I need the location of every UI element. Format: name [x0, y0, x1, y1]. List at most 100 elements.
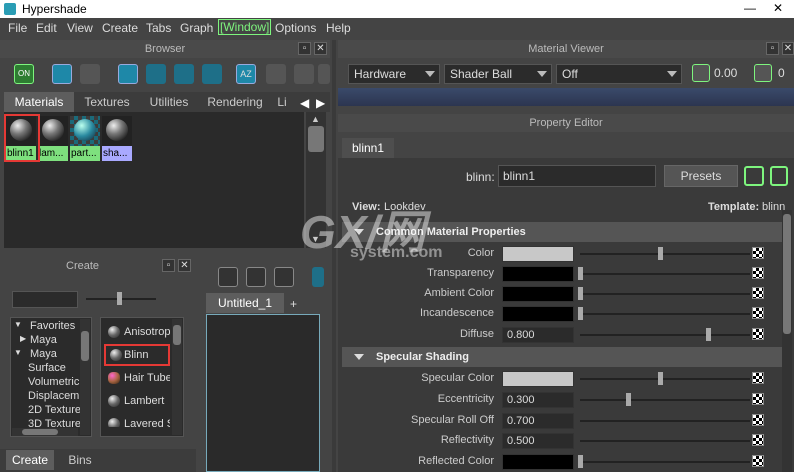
sort-order-icon[interactable]	[266, 64, 286, 84]
color-swatch[interactable]	[502, 454, 574, 470]
swatch-shader[interactable]: sha...	[102, 116, 132, 161]
tab-next-icon[interactable]: ▶	[316, 96, 325, 110]
menu-graph[interactable]: Graph	[180, 21, 213, 35]
color-swatch[interactable]	[502, 246, 574, 262]
graph-canvas[interactable]	[206, 314, 320, 472]
attr-slider[interactable]	[580, 378, 750, 380]
map-texture-icon[interactable]	[752, 414, 764, 426]
gamma-value-partial[interactable]: 0	[778, 66, 785, 80]
add-tab-button[interactable]: +	[290, 297, 297, 311]
map-texture-icon[interactable]	[752, 267, 764, 279]
menu-tabs[interactable]: Tabs	[146, 21, 171, 35]
diffuse-field[interactable]: 0.800	[502, 327, 574, 343]
tab-rendering[interactable]: Rendering	[200, 92, 270, 112]
tab-bins[interactable]: Bins	[58, 450, 102, 470]
graph-io-icon[interactable]	[246, 267, 266, 287]
tab-materials[interactable]: Materials	[4, 92, 74, 112]
attr-slider[interactable]	[580, 399, 750, 401]
eccentricity-field[interactable]: 0.300	[502, 392, 574, 408]
slider-knob[interactable]	[578, 267, 583, 280]
color-swatch[interactable]	[502, 371, 574, 387]
xl-icons-icon[interactable]	[202, 64, 222, 84]
property-scrollbar[interactable]	[782, 210, 792, 472]
tab-textures[interactable]: Textures	[76, 92, 138, 112]
mode-dropdown[interactable]: Off	[556, 64, 682, 84]
color-swatch[interactable]	[502, 306, 574, 322]
tab-untitled[interactable]: Untitled_1	[206, 293, 284, 313]
small-icons-icon[interactable]	[118, 64, 138, 84]
menu-window[interactable]: [Window]	[218, 19, 272, 35]
map-texture-icon[interactable]	[752, 287, 764, 299]
swatch-lambert[interactable]: lam...	[38, 116, 68, 161]
close-panel-icon[interactable]: ✕	[314, 42, 327, 55]
refresh-icon[interactable]	[318, 64, 330, 84]
attr-slider[interactable]	[580, 461, 750, 463]
attr-slider[interactable]	[580, 273, 750, 275]
menu-edit[interactable]: Edit	[36, 21, 57, 35]
menu-help[interactable]: Help	[326, 21, 351, 35]
list-view-icon[interactable]	[80, 64, 100, 84]
medium-icons-icon[interactable]	[146, 64, 166, 84]
color-swatch[interactable]	[502, 286, 574, 302]
roll-off-field[interactable]: 0.700	[502, 413, 574, 429]
slider-knob[interactable]	[658, 372, 663, 385]
presets-button[interactable]: Presets	[664, 165, 738, 187]
swatch-particle[interactable]: part...	[70, 116, 100, 161]
map-texture-icon[interactable]	[752, 434, 764, 446]
category-volumetric[interactable]: Volumetric	[28, 376, 80, 390]
float-icon[interactable]: ▫	[766, 42, 779, 55]
exposure-value[interactable]: 0.00	[714, 66, 737, 80]
graph-output-icon[interactable]	[274, 267, 294, 287]
map-texture-icon[interactable]	[752, 393, 764, 405]
color-swatch[interactable]	[502, 266, 574, 282]
node-hair-tube[interactable]: Hair Tube	[104, 367, 170, 389]
toggle-on-icon[interactable]: ON	[14, 64, 34, 84]
slider-knob[interactable]	[706, 328, 711, 341]
attr-slider[interactable]	[580, 253, 750, 255]
sort-az-icon[interactable]: AZ	[236, 64, 256, 84]
slider-knob[interactable]	[626, 393, 631, 406]
menu-create[interactable]: Create	[102, 21, 138, 35]
renderer-dropdown[interactable]: Hardware	[348, 64, 440, 84]
node-blinn[interactable]: Blinn	[104, 344, 170, 366]
node-anisotropic[interactable]: Anisotrop	[104, 321, 170, 343]
slider-knob[interactable]	[578, 455, 583, 468]
map-texture-icon[interactable]	[752, 455, 764, 467]
float-icon[interactable]: ▫	[162, 259, 175, 272]
close-panel-icon[interactable]: ✕	[178, 259, 191, 272]
attr-slider[interactable]	[580, 420, 750, 422]
tab-lights[interactable]: Li	[272, 92, 292, 112]
node-scrollbar[interactable]	[172, 319, 182, 435]
focus-icon[interactable]	[744, 166, 764, 186]
category-hscrollbar[interactable]	[12, 428, 78, 436]
menu-file[interactable]: File	[8, 21, 27, 35]
map-texture-icon[interactable]	[752, 328, 764, 340]
attr-slider[interactable]	[580, 293, 750, 295]
copy-tab-icon[interactable]	[770, 166, 788, 186]
gamma-icon[interactable]	[754, 64, 772, 82]
slider-knob[interactable]	[578, 287, 583, 300]
map-texture-icon[interactable]	[752, 307, 764, 319]
category-scrollbar[interactable]	[80, 319, 90, 435]
close-window-button[interactable]: ✕	[766, 0, 790, 18]
category-displacement[interactable]: Displacem	[28, 390, 80, 404]
slider-knob[interactable]	[658, 247, 663, 260]
close-panel-icon[interactable]: ✕	[782, 42, 794, 55]
sort-time-icon[interactable]	[294, 64, 314, 84]
tab-prev-icon[interactable]: ◀	[300, 96, 309, 110]
attr-slider[interactable]	[580, 313, 750, 315]
node-name-field[interactable]: blinn1	[498, 165, 656, 187]
attr-slider[interactable]	[580, 440, 750, 442]
tab-utilities[interactable]: Utilities	[140, 92, 198, 112]
tab-blinn1[interactable]: blinn1	[342, 138, 394, 158]
float-icon[interactable]: ▫	[298, 42, 311, 55]
minimize-button[interactable]: —	[738, 0, 762, 18]
section-specular-shading[interactable]: Specular Shading	[342, 347, 782, 367]
menu-options[interactable]: Options	[275, 21, 316, 35]
create-search-input[interactable]	[12, 291, 78, 308]
graph-clear-icon[interactable]	[312, 267, 324, 287]
attr-slider[interactable]	[580, 334, 750, 336]
graph-input-icon[interactable]	[218, 267, 238, 287]
slider-knob[interactable]	[578, 307, 583, 320]
node-lambert[interactable]: Lambert	[104, 390, 170, 412]
